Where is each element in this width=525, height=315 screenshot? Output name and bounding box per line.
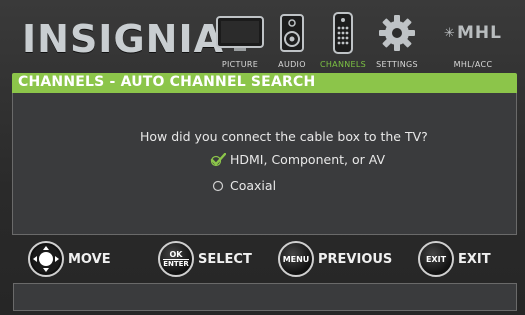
hint-move-label: MOVE — [68, 251, 111, 267]
menu-item-mhl-acc[interactable]: ✳ MHL MHL/ACC — [430, 8, 516, 69]
menu-label-audio: AUDIO — [278, 60, 306, 69]
enter-text: ENTER — [163, 258, 189, 268]
dpad-icon — [28, 241, 64, 277]
radio-icon — [210, 179, 226, 193]
hint-previous-label: PREVIOUS — [318, 251, 393, 267]
mhl-logo-text: MHL — [456, 23, 502, 43]
menu-item-audio[interactable]: AUDIO — [272, 8, 312, 69]
hint-previous: MENU PREVIOUS — [278, 241, 392, 277]
exit-button-text: EXIT — [425, 254, 447, 264]
ok-text: OK — [169, 249, 183, 259]
menu-label-picture: PICTURE — [221, 60, 259, 69]
remote-icon — [333, 12, 353, 54]
checkmark-icon — [210, 152, 226, 167]
tv-menu-screen: INSIGNIA PICTURE AUDIO CHANNELS SETTINGS… — [0, 0, 525, 315]
option-hdmi-label: HDMI, Component, or AV — [230, 152, 386, 167]
option-coaxial-label: Coaxial — [230, 178, 277, 193]
speaker-icon — [280, 14, 304, 52]
tv-icon — [216, 16, 264, 51]
gear-icon — [379, 15, 415, 51]
menu-item-channels[interactable]: CHANNELS — [318, 8, 368, 69]
connection-question: How did you connect the cable box to the… — [140, 129, 428, 144]
panel-title-bar: CHANNELS - AUTO CHANNEL SEARCH — [12, 73, 517, 93]
ok-enter-button-icon: OK ENTER — [158, 241, 194, 277]
hint-select: OK ENTER SELECT — [158, 241, 252, 277]
panel-title: CHANNELS - AUTO CHANNEL SEARCH — [18, 74, 316, 90]
menu-button-text: MENU — [282, 254, 310, 264]
menu-label-settings: SETTINGS — [376, 60, 418, 69]
exit-button-icon: EXIT — [418, 241, 454, 277]
option-hdmi[interactable]: HDMI, Component, or AV — [210, 152, 385, 167]
info-bar — [13, 283, 517, 311]
option-coaxial[interactable]: Coaxial — [210, 178, 276, 193]
menu-button-icon: MENU — [278, 241, 314, 277]
hint-exit: EXIT EXIT — [418, 241, 491, 277]
brand-logo: INSIGNIA — [22, 17, 224, 61]
hint-move: MOVE — [28, 241, 111, 277]
mhl-icon: ✳ MHL — [444, 23, 502, 43]
menu-label-mhl-acc: MHL/ACC — [453, 60, 493, 69]
hint-exit-label: EXIT — [458, 251, 491, 267]
hint-select-label: SELECT — [198, 251, 252, 267]
menu-label-channels: CHANNELS — [319, 60, 367, 69]
menu-item-settings[interactable]: SETTINGS — [370, 8, 424, 69]
menu-item-picture[interactable]: PICTURE — [216, 8, 264, 69]
